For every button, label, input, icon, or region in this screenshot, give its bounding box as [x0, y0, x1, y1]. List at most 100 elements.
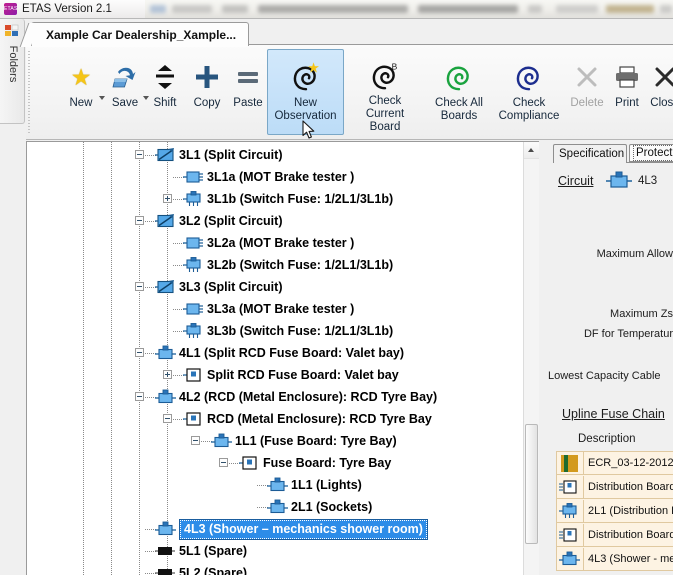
tree-row[interactable]: 5L2 (Spare) — [27, 562, 524, 575]
collapse-icon[interactable] — [135, 392, 144, 401]
ribbon-button-new[interactable]: ★ New — [58, 49, 105, 135]
cable-swatch-icon — [557, 452, 584, 474]
circuit-value: 4L3 — [638, 175, 658, 187]
field-label-max-zs: Maximum Zs — [610, 308, 673, 320]
triangle-up-icon — [528, 148, 534, 152]
folders-label: Folders — [7, 45, 19, 83]
grid-row[interactable]: 4L3 (Shower - me — [556, 547, 673, 571]
upline-fuse-chain-grid[interactable]: ECR_03-12-2012, Distribution Board 2L1 (Di… — [556, 451, 673, 571]
tree-row-label: 3L1a (MOT Brake tester ) — [207, 170, 355, 184]
grid-row[interactable]: 2L1 (Distribution B — [556, 499, 673, 523]
ribbon-label: Shift — [153, 97, 177, 109]
tree-row-label: 3L2a (MOT Brake tester ) — [207, 236, 355, 250]
collapse-icon[interactable] — [163, 414, 172, 423]
tree-row[interactable]: Fuse Board: Tyre Bay — [27, 452, 524, 474]
expand-icon[interactable] — [163, 194, 172, 203]
ribbon-button-shift[interactable]: Shift — [144, 49, 186, 135]
specification-body: Circuit 4L3 Maximum Allow Maximum Zs DF … — [548, 163, 673, 575]
tree-row[interactable]: 2L1 (Sockets) — [27, 496, 524, 518]
ribbon-button-paste[interactable]: Paste — [226, 49, 270, 135]
tree-row-label: 1L1 (Fuse Board: Tyre Bay) — [235, 434, 397, 448]
tree-row[interactable]: 3L3 (Split Circuit) — [27, 276, 524, 298]
folders-icon — [5, 24, 19, 37]
scrollbar-thumb[interactable] — [525, 424, 538, 544]
tree-row[interactable]: 3L2a (MOT Brake tester ) — [27, 232, 524, 254]
ribbon-button-check-compliance[interactable]: Check Compliance — [490, 49, 568, 135]
svg-text:★: ★ — [307, 62, 320, 76]
collapse-icon[interactable] — [191, 436, 200, 445]
ribbon-grip — [28, 51, 30, 133]
tab-specification[interactable]: Specification — [553, 144, 627, 163]
collapse-icon[interactable] — [135, 348, 144, 357]
x-cross-icon — [575, 57, 599, 97]
ribbon-button-print[interactable]: Print — [606, 49, 648, 135]
tree-row-label: 3L1 (Split Circuit) — [179, 148, 283, 162]
tree-row[interactable]: 3L3a (MOT Brake tester ) — [27, 298, 524, 320]
mot-tester-icon — [183, 235, 205, 251]
mouse-pointer — [302, 120, 316, 140]
tree-row[interactable]: 3L2 (Split Circuit) — [27, 210, 524, 232]
ribbon-button-check-current-board[interactable]: B Check Current Board — [346, 49, 424, 135]
star-icon: ★ — [70, 63, 92, 90]
scroll-up-button[interactable] — [524, 142, 539, 159]
circuit-tree[interactable]: 3L1 (Split Circuit) 3L1a (MOT Brake teste… — [27, 142, 524, 575]
tree-row[interactable]: 4L3 (Shower – mechanics shower room) — [27, 518, 524, 540]
ribbon-button-copy[interactable]: Copy — [185, 49, 229, 135]
grid-row[interactable]: Distribution Board — [556, 523, 673, 547]
tree-row[interactable]: 3L1a (MOT Brake tester ) — [27, 166, 524, 188]
grid-cell-description: Distribution Board — [588, 528, 673, 541]
ribbon-label: Print — [615, 97, 639, 109]
circuit-tree-panel: 3L1 (Split Circuit) 3L1a (MOT Brake teste… — [26, 141, 539, 575]
shift-arrows-icon — [152, 57, 178, 97]
switch-fuse-icon — [183, 191, 205, 207]
tree-row[interactable]: 3L3b (Switch Fuse: 1/2L1/3L1b) — [27, 320, 524, 342]
tab-protective[interactable]: Protectiv — [629, 144, 673, 162]
tree-row-label: 1L1 (Lights) — [291, 478, 362, 492]
tree-row[interactable]: 1L1 (Lights) — [27, 474, 524, 496]
tree-row[interactable]: 4L1 (Split RCD Fuse Board: Valet bay) — [27, 342, 524, 364]
spare-icon — [155, 565, 177, 575]
board-icon — [183, 411, 205, 427]
tree-row[interactable]: 1L1 (Fuse Board: Tyre Bay) — [27, 430, 524, 452]
document-tab-strip: Xample Car Dealership_Xample... — [26, 19, 673, 47]
ribbon-button-save[interactable]: Save — [104, 49, 149, 135]
mot-tester-icon — [183, 169, 205, 185]
tree-row-label: 2L1 (Sockets) — [291, 500, 373, 514]
collapse-icon[interactable] — [135, 150, 144, 159]
circuit-icon — [211, 433, 233, 449]
tree-vertical-scrollbar[interactable] — [523, 142, 539, 575]
tree-row-label: 5L1 (Spare) — [179, 544, 248, 558]
document-tab[interactable]: Xample Car Dealership_Xample... — [31, 22, 250, 47]
tree-row[interactable]: 4L2 (RCD (Metal Enclosure): RCD Tyre Bay… — [27, 386, 524, 408]
folders-panel-tab[interactable]: Folders — [0, 19, 25, 124]
split-circuit-icon — [155, 279, 177, 295]
tree-row[interactable]: 3L2b (Switch Fuse: 1/2L1/3L1b) — [27, 254, 524, 276]
collapse-icon[interactable] — [135, 216, 144, 225]
ribbon-label: Check Compliance — [498, 97, 560, 122]
tree-row-label: 3L2b (Switch Fuse: 1/2L1/3L1b) — [207, 258, 394, 272]
collapse-icon[interactable] — [135, 282, 144, 291]
circuit-icon — [155, 345, 177, 361]
grid-row[interactable]: Distribution Board — [556, 475, 673, 499]
ribbon-button-delete[interactable]: Delete — [566, 49, 608, 135]
tree-row[interactable]: 5L1 (Spare) — [27, 540, 524, 562]
tree-row[interactable]: 3L1b (Switch Fuse: 1/2L1/3L1b) — [27, 188, 524, 210]
tree-row-label: 3L2 (Split Circuit) — [179, 214, 283, 228]
collapse-icon[interactable] — [219, 458, 228, 467]
lowest-capacity-cable-label: Lowest Capacity Cable — [548, 370, 661, 382]
circuit-link[interactable]: Circuit — [558, 174, 593, 188]
distribution-board-icon — [557, 475, 584, 498]
tree-row[interactable]: Split RCD Fuse Board: Valet bay — [27, 364, 524, 386]
tree-row[interactable]: 3L1 (Split Circuit) — [27, 144, 524, 166]
circuit-icon — [606, 171, 632, 191]
ribbon-label: Delete — [570, 97, 604, 109]
ribbon-button-close[interactable]: Close — [644, 49, 673, 135]
board-icon — [183, 367, 205, 383]
grid-row[interactable]: ECR_03-12-2012, — [556, 451, 673, 475]
tree-row[interactable]: RCD (Metal Enclosure): RCD Tyre Bay — [27, 408, 524, 430]
circuit-icon — [267, 499, 289, 515]
ribbon-button-check-all-boards[interactable]: Check All Boards — [424, 49, 494, 135]
expand-icon[interactable] — [163, 370, 172, 379]
panel-splitter[interactable] — [539, 141, 548, 575]
printer-icon — [614, 57, 640, 97]
